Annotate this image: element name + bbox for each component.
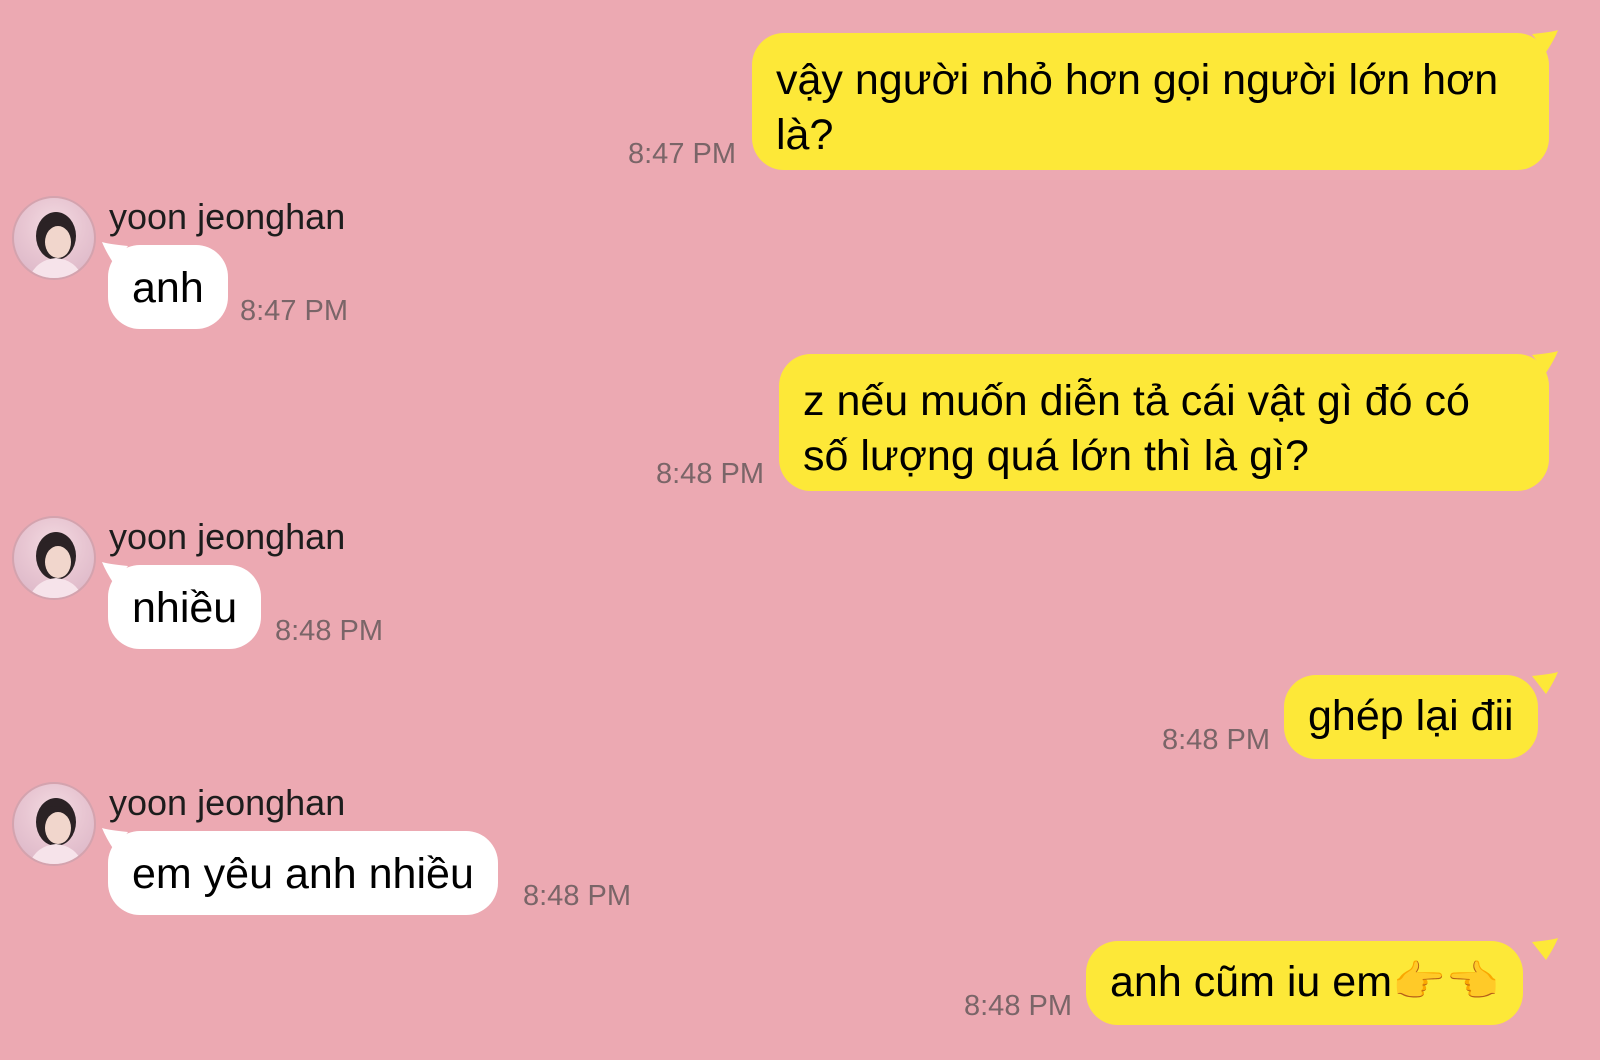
contact-avatar[interactable] — [12, 782, 96, 866]
bubble-tail-icon — [102, 242, 128, 264]
message-bubble-incoming[interactable]: em yêu anh nhiều — [108, 831, 498, 915]
contact-avatar[interactable] — [12, 516, 96, 600]
avatar-photo-icon — [29, 532, 83, 598]
contact-name: yoon jeonghan — [109, 516, 346, 557]
contact-name: yoon jeonghan — [109, 782, 346, 823]
message-bubble-outgoing[interactable]: vậy người nhỏ hơn gọi người lớn hơn là? — [752, 33, 1549, 170]
message-text-line: em yêu anh nhiều — [132, 850, 474, 898]
message-timestamp: 8:48 PM — [275, 615, 383, 647]
message-text-line: là? — [776, 111, 834, 159]
message-text-line: z nếu muốn diễn tả cái vật gì đó có — [803, 377, 1470, 425]
message-timestamp: 8:47 PM — [240, 295, 348, 327]
message-text-line: anh — [132, 264, 204, 312]
contact-avatar[interactable] — [12, 196, 96, 280]
message-bubble-outgoing[interactable]: anh cũm iu em👉👈 — [1086, 941, 1524, 1025]
message-timestamp: 8:48 PM — [1162, 724, 1270, 756]
message-text-line: ghép lại đii — [1308, 692, 1514, 740]
message-timestamp: 8:48 PM — [964, 990, 1072, 1022]
avatar-photo-icon — [29, 212, 83, 278]
message-timestamp: 8:48 PM — [523, 880, 631, 912]
contact-name: yoon jeonghan — [109, 196, 346, 237]
message-text-line: số lượng quá lớn thì là gì? — [803, 432, 1309, 480]
avatar-photo-icon — [29, 798, 83, 864]
bubble-tail-icon — [102, 562, 128, 584]
message-timestamp: 8:48 PM — [656, 458, 764, 490]
bubble-tail-icon — [102, 828, 128, 850]
message-text-line: anh cũm iu em👉👈 — [1110, 958, 1500, 1006]
message-timestamp: 8:47 PM — [628, 138, 736, 170]
bubble-tail-icon — [1532, 30, 1558, 52]
message-text-line: nhiều — [132, 584, 238, 632]
message-bubble-incoming[interactable]: nhiều — [108, 565, 262, 649]
message-bubble-outgoing[interactable]: z nếu muốn diễn tả cái vật gì đó có số l… — [779, 354, 1549, 491]
bubble-tail-icon — [1532, 351, 1558, 373]
message-bubble-outgoing[interactable]: ghép lại đii — [1284, 675, 1538, 759]
message-text-line: vậy người nhỏ hơn gọi người lớn hơn — [776, 56, 1499, 104]
bubble-tail-icon — [1532, 672, 1558, 694]
bubble-tail-icon — [1532, 938, 1558, 960]
